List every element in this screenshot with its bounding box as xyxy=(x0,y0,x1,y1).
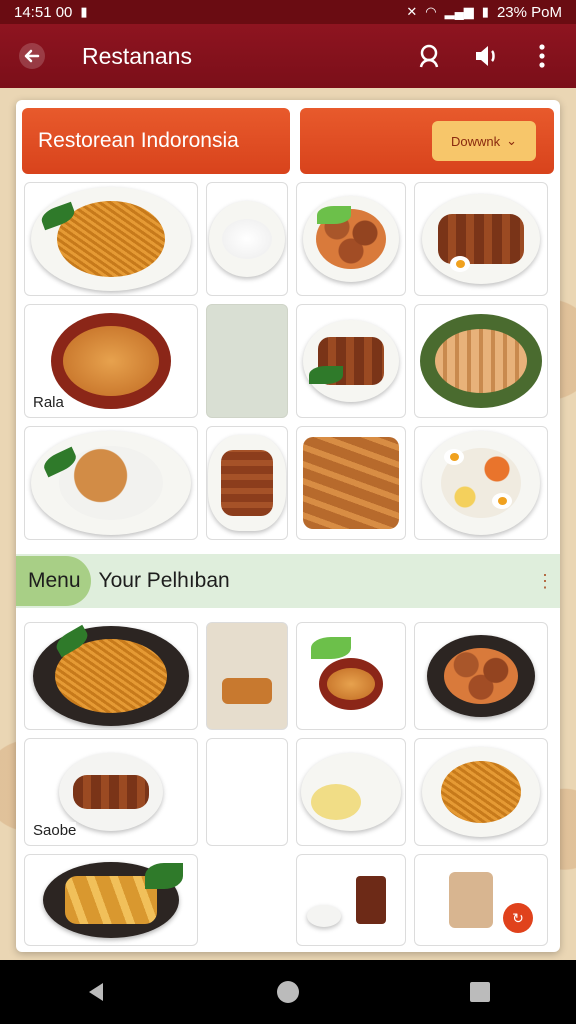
mie-goreng-2-image xyxy=(422,747,540,837)
dish-tile[interactable]: Saobe xyxy=(24,738,198,846)
mie-goreng-image xyxy=(31,187,191,291)
dish-tile[interactable] xyxy=(296,622,406,730)
dish-tile-placeholder[interactable] xyxy=(206,304,288,418)
dish-tile[interactable] xyxy=(206,622,288,730)
empty-slot xyxy=(206,854,288,946)
bottom-food-grid: Saobe ↻ xyxy=(24,622,554,946)
section-title: Your Pelhıban xyxy=(98,569,230,592)
nav-home-button[interactable] xyxy=(258,972,318,1012)
dish-tile[interactable] xyxy=(296,304,406,418)
nav-recents-button[interactable] xyxy=(450,972,510,1012)
dish-tile[interactable] xyxy=(414,182,548,296)
sate-bakso-image xyxy=(427,635,535,717)
refresh-button[interactable]: ↻ xyxy=(503,903,533,933)
dish-tile[interactable] xyxy=(206,182,288,296)
dish-tile-placeholder[interactable] xyxy=(206,738,288,846)
sound-button[interactable] xyxy=(464,34,508,78)
ayam-panggang-image xyxy=(208,435,286,531)
wifi-icon: ◠ xyxy=(425,4,437,19)
dropdown-label: Dowwnk xyxy=(450,133,501,149)
section-more-button[interactable]: ⋮ xyxy=(530,571,560,592)
dish-tile[interactable] xyxy=(296,854,406,946)
speaker-icon xyxy=(476,46,495,66)
app-title: Restanans xyxy=(82,42,192,69)
more-button[interactable] xyxy=(520,34,564,78)
sup-image xyxy=(319,658,383,710)
header-row: Restorean Indoronsia Dowwnk ⌄ xyxy=(22,108,554,174)
dish-tile[interactable] xyxy=(24,854,198,946)
status-right: ✕ ◠ ▂▄▆ ▮ 23% PoM xyxy=(406,4,562,21)
nav-back-button[interactable] xyxy=(66,972,126,1012)
lumpia-image xyxy=(222,678,272,704)
nasi-campur-image xyxy=(422,431,540,535)
recents-square-icon xyxy=(470,982,490,1002)
dish-tile[interactable] xyxy=(24,426,198,540)
search-button[interactable] xyxy=(408,34,452,78)
back-button[interactable] xyxy=(12,36,52,76)
dish-tile[interactable] xyxy=(296,182,406,296)
minuman-image xyxy=(356,876,386,924)
rice-image xyxy=(209,201,285,277)
sate-daun-image xyxy=(303,320,399,402)
dish-label: Saobe xyxy=(33,822,77,839)
dish-tile[interactable] xyxy=(414,304,548,418)
dish-tile[interactable] xyxy=(414,426,548,540)
main-card: Restorean Indoronsia Dowwnk ⌄ Rala Menu … xyxy=(16,100,560,952)
dish-tile[interactable] xyxy=(414,738,548,846)
arrow-left-icon xyxy=(19,43,45,69)
refresh-icon: ↻ xyxy=(512,909,524,926)
chevron-down-icon: ⌄ xyxy=(506,133,518,148)
search-icon xyxy=(419,44,439,68)
dish-tile[interactable] xyxy=(296,426,406,540)
system-nav-bar xyxy=(0,960,576,1024)
nasi-ayam-image xyxy=(31,431,191,535)
download-dropdown[interactable]: Dowwnk ⌄ xyxy=(432,121,536,161)
status-right-text: 23% PoM xyxy=(496,3,562,21)
battery-icon: ▮ xyxy=(481,4,489,19)
dish-tile[interactable]: Rala xyxy=(24,304,198,418)
sate-telur-image xyxy=(422,194,540,284)
mie-goreng-image xyxy=(33,624,189,726)
section-pill[interactable]: Menu xyxy=(16,556,91,606)
dish-tile[interactable] xyxy=(24,182,198,296)
status-left: 14:51 00 ▮ xyxy=(14,4,88,21)
dish-tile[interactable] xyxy=(296,738,406,846)
semur-image xyxy=(303,196,399,282)
more-vert-icon xyxy=(539,44,545,68)
dish-tile[interactable] xyxy=(24,622,198,730)
dish-tile[interactable] xyxy=(414,622,548,730)
sate-bowl-image xyxy=(59,753,163,831)
more-vert-icon: ⋮ xyxy=(536,570,554,591)
status-bar: 14:51 00 ▮ ✕ ◠ ▂▄▆ ▮ 23% PoM xyxy=(0,0,576,24)
back-triangle-icon xyxy=(89,983,103,1001)
signal-icon: ▂▄▆ xyxy=(444,4,474,19)
dish-label: Rala xyxy=(33,394,64,411)
top-food-grid: Rala xyxy=(24,182,554,540)
notification-icon: ▮ xyxy=(80,4,88,19)
home-circle-icon xyxy=(277,981,299,1003)
martabak-image xyxy=(301,753,401,831)
ikan-bakar-image xyxy=(420,314,542,408)
dish-tile[interactable] xyxy=(206,426,288,540)
tempe-image xyxy=(303,437,399,529)
soto-image xyxy=(51,313,171,409)
status-time: 14:51 00 xyxy=(14,3,73,21)
restaurant-title: Restorean Indoronsia xyxy=(22,108,290,174)
header-action-tile: Dowwnk ⌄ xyxy=(300,108,554,174)
section-bar: Menu Your Pelhıban ⋮ xyxy=(16,554,560,608)
kopi-image xyxy=(449,872,493,928)
dish-tile[interactable]: ↻ xyxy=(414,854,548,946)
app-bar: Restanans xyxy=(0,24,576,88)
mute-icon: ✕ xyxy=(406,4,418,19)
